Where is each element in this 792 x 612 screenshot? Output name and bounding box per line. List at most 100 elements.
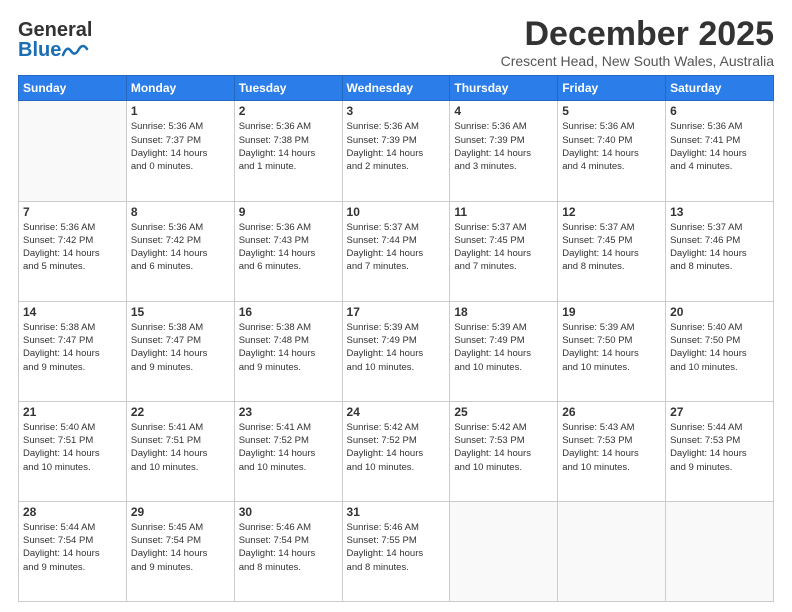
col-header-sunday: Sunday (19, 76, 127, 101)
day-number: 21 (23, 405, 122, 419)
calendar-cell (558, 501, 666, 601)
day-number: 31 (347, 505, 446, 519)
day-number: 20 (670, 305, 769, 319)
calendar-cell: 18 Sunrise: 5:39 AM Sunset: 7:49 PM Dayli… (450, 301, 558, 401)
calendar-cell: 1 Sunrise: 5:36 AM Sunset: 7:37 PM Daylig… (126, 101, 234, 201)
col-header-wednesday: Wednesday (342, 76, 450, 101)
day-info: Sunrise: 5:44 AM Sunset: 7:53 PM Dayligh… (670, 421, 769, 474)
calendar-cell: 11 Sunrise: 5:37 AM Sunset: 7:45 PM Dayli… (450, 201, 558, 301)
day-info: Sunrise: 5:39 AM Sunset: 7:49 PM Dayligh… (347, 321, 446, 374)
calendar-cell: 30Sunrise: 5:46 AM Sunset: 7:54 PM Dayli… (234, 501, 342, 601)
day-info: Sunrise: 5:39 AM Sunset: 7:49 PM Dayligh… (454, 321, 553, 374)
day-info: Sunrise: 5:36 AM Sunset: 7:37 PM Dayligh… (131, 120, 230, 173)
day-info: Sunrise: 5:37 AM Sunset: 7:45 PM Dayligh… (562, 221, 661, 274)
day-info: Sunrise: 5:36 AM Sunset: 7:39 PM Dayligh… (454, 120, 553, 173)
calendar-cell: 15 Sunrise: 5:38 AM Sunset: 7:47 PM Dayli… (126, 301, 234, 401)
day-info: Sunrise: 5:38 AM Sunset: 7:47 PM Dayligh… (131, 321, 230, 374)
calendar-cell: 10 Sunrise: 5:37 AM Sunset: 7:44 PM Dayli… (342, 201, 450, 301)
day-info: Sunrise: 5:37 AM Sunset: 7:46 PM Dayligh… (670, 221, 769, 274)
day-number: 11 (454, 205, 553, 219)
day-info: Sunrise: 5:37 AM Sunset: 7:44 PM Dayligh… (347, 221, 446, 274)
day-info: Sunrise: 5:38 AM Sunset: 7:47 PM Dayligh… (23, 321, 122, 374)
day-info: Sunrise: 5:45 AM Sunset: 7:54 PM Dayligh… (131, 521, 230, 574)
day-info: Sunrise: 5:46 AM Sunset: 7:54 PM Dayligh… (239, 521, 338, 574)
day-number: 23 (239, 405, 338, 419)
calendar-cell: 29 Sunrise: 5:45 AM Sunset: 7:54 PM Dayli… (126, 501, 234, 601)
calendar-cell: 12Sunrise: 5:37 AM Sunset: 7:45 PM Dayli… (558, 201, 666, 301)
calendar-cell (19, 101, 127, 201)
day-info: Sunrise: 5:42 AM Sunset: 7:52 PM Dayligh… (347, 421, 446, 474)
calendar-cell: 25Sunrise: 5:42 AM Sunset: 7:53 PM Dayli… (450, 401, 558, 501)
day-info: Sunrise: 5:37 AM Sunset: 7:45 PM Dayligh… (454, 221, 553, 274)
day-info: Sunrise: 5:38 AM Sunset: 7:48 PM Dayligh… (239, 321, 338, 374)
day-number: 2 (239, 104, 338, 118)
day-info: Sunrise: 5:44 AM Sunset: 7:54 PM Dayligh… (23, 521, 122, 574)
day-number: 26 (562, 405, 661, 419)
calendar-week-0: 1 Sunrise: 5:36 AM Sunset: 7:37 PM Daylig… (19, 101, 774, 201)
day-number: 27 (670, 405, 769, 419)
day-info: Sunrise: 5:41 AM Sunset: 7:51 PM Dayligh… (131, 421, 230, 474)
day-info: Sunrise: 5:36 AM Sunset: 7:41 PM Dayligh… (670, 120, 769, 173)
calendar-cell: 31 Sunrise: 5:46 AM Sunset: 7:55 PM Dayli… (342, 501, 450, 601)
day-number: 4 (454, 104, 553, 118)
calendar-cell: 26 Sunrise: 5:43 AM Sunset: 7:53 PM Dayli… (558, 401, 666, 501)
page: General Blue December 2025 Crescent Head… (0, 0, 792, 612)
day-number: 6 (670, 104, 769, 118)
col-header-thursday: Thursday (450, 76, 558, 101)
day-number: 17 (347, 305, 446, 319)
day-number: 14 (23, 305, 122, 319)
calendar-cell: 19 Sunrise: 5:39 AM Sunset: 7:50 PM Dayli… (558, 301, 666, 401)
day-number: 5 (562, 104, 661, 118)
title-area: December 2025 Crescent Head, New South W… (501, 16, 774, 69)
calendar-cell: 7Sunrise: 5:36 AM Sunset: 7:42 PM Daylig… (19, 201, 127, 301)
day-number: 3 (347, 104, 446, 118)
calendar-cell (666, 501, 774, 601)
location: Crescent Head, New South Wales, Australi… (501, 53, 774, 69)
day-number: 19 (562, 305, 661, 319)
day-number: 22 (131, 405, 230, 419)
calendar-cell: 9Sunrise: 5:36 AM Sunset: 7:43 PM Daylig… (234, 201, 342, 301)
calendar-cell: 8Sunrise: 5:36 AM Sunset: 7:42 PM Daylig… (126, 201, 234, 301)
day-number: 18 (454, 305, 553, 319)
col-header-monday: Monday (126, 76, 234, 101)
logo-wave-icon (61, 41, 89, 59)
calendar-cell: 4 Sunrise: 5:36 AM Sunset: 7:39 PM Daylig… (450, 101, 558, 201)
calendar-cell: 17 Sunrise: 5:39 AM Sunset: 7:49 PM Dayli… (342, 301, 450, 401)
day-info: Sunrise: 5:43 AM Sunset: 7:53 PM Dayligh… (562, 421, 661, 474)
col-header-saturday: Saturday (666, 76, 774, 101)
calendar-cell: 3 Sunrise: 5:36 AM Sunset: 7:39 PM Daylig… (342, 101, 450, 201)
day-number: 29 (131, 505, 230, 519)
day-number: 28 (23, 505, 122, 519)
day-info: Sunrise: 5:36 AM Sunset: 7:38 PM Dayligh… (239, 120, 338, 173)
day-number: 10 (347, 205, 446, 219)
calendar-header-row: SundayMondayTuesdayWednesdayThursdayFrid… (19, 76, 774, 101)
col-header-friday: Friday (558, 76, 666, 101)
day-info: Sunrise: 5:39 AM Sunset: 7:50 PM Dayligh… (562, 321, 661, 374)
day-info: Sunrise: 5:46 AM Sunset: 7:55 PM Dayligh… (347, 521, 446, 574)
day-info: Sunrise: 5:36 AM Sunset: 7:39 PM Dayligh… (347, 120, 446, 173)
day-info: Sunrise: 5:36 AM Sunset: 7:42 PM Dayligh… (131, 221, 230, 274)
calendar-cell: 21 Sunrise: 5:40 AM Sunset: 7:51 PM Dayli… (19, 401, 127, 501)
calendar-cell: 20 Sunrise: 5:40 AM Sunset: 7:50 PM Dayli… (666, 301, 774, 401)
calendar-week-3: 21 Sunrise: 5:40 AM Sunset: 7:51 PM Dayli… (19, 401, 774, 501)
day-info: Sunrise: 5:40 AM Sunset: 7:50 PM Dayligh… (670, 321, 769, 374)
day-number: 7 (23, 205, 122, 219)
col-header-tuesday: Tuesday (234, 76, 342, 101)
day-number: 25 (454, 405, 553, 419)
calendar-cell: 16Sunrise: 5:38 AM Sunset: 7:48 PM Dayli… (234, 301, 342, 401)
calendar-cell: 28 Sunrise: 5:44 AM Sunset: 7:54 PM Dayli… (19, 501, 127, 601)
calendar-cell (450, 501, 558, 601)
calendar-cell: 22 Sunrise: 5:41 AM Sunset: 7:51 PM Dayli… (126, 401, 234, 501)
calendar-table: SundayMondayTuesdayWednesdayThursdayFrid… (18, 75, 774, 602)
calendar-cell: 24 Sunrise: 5:42 AM Sunset: 7:52 PM Dayli… (342, 401, 450, 501)
day-number: 24 (347, 405, 446, 419)
day-info: Sunrise: 5:40 AM Sunset: 7:51 PM Dayligh… (23, 421, 122, 474)
logo-general: General (18, 20, 92, 40)
calendar-cell: 6 Sunrise: 5:36 AM Sunset: 7:41 PM Daylig… (666, 101, 774, 201)
day-number: 9 (239, 205, 338, 219)
logo-blue: Blue (18, 40, 61, 60)
day-info: Sunrise: 5:41 AM Sunset: 7:52 PM Dayligh… (239, 421, 338, 474)
day-number: 1 (131, 104, 230, 118)
calendar-cell: 14 Sunrise: 5:38 AM Sunset: 7:47 PM Dayli… (19, 301, 127, 401)
day-number: 15 (131, 305, 230, 319)
